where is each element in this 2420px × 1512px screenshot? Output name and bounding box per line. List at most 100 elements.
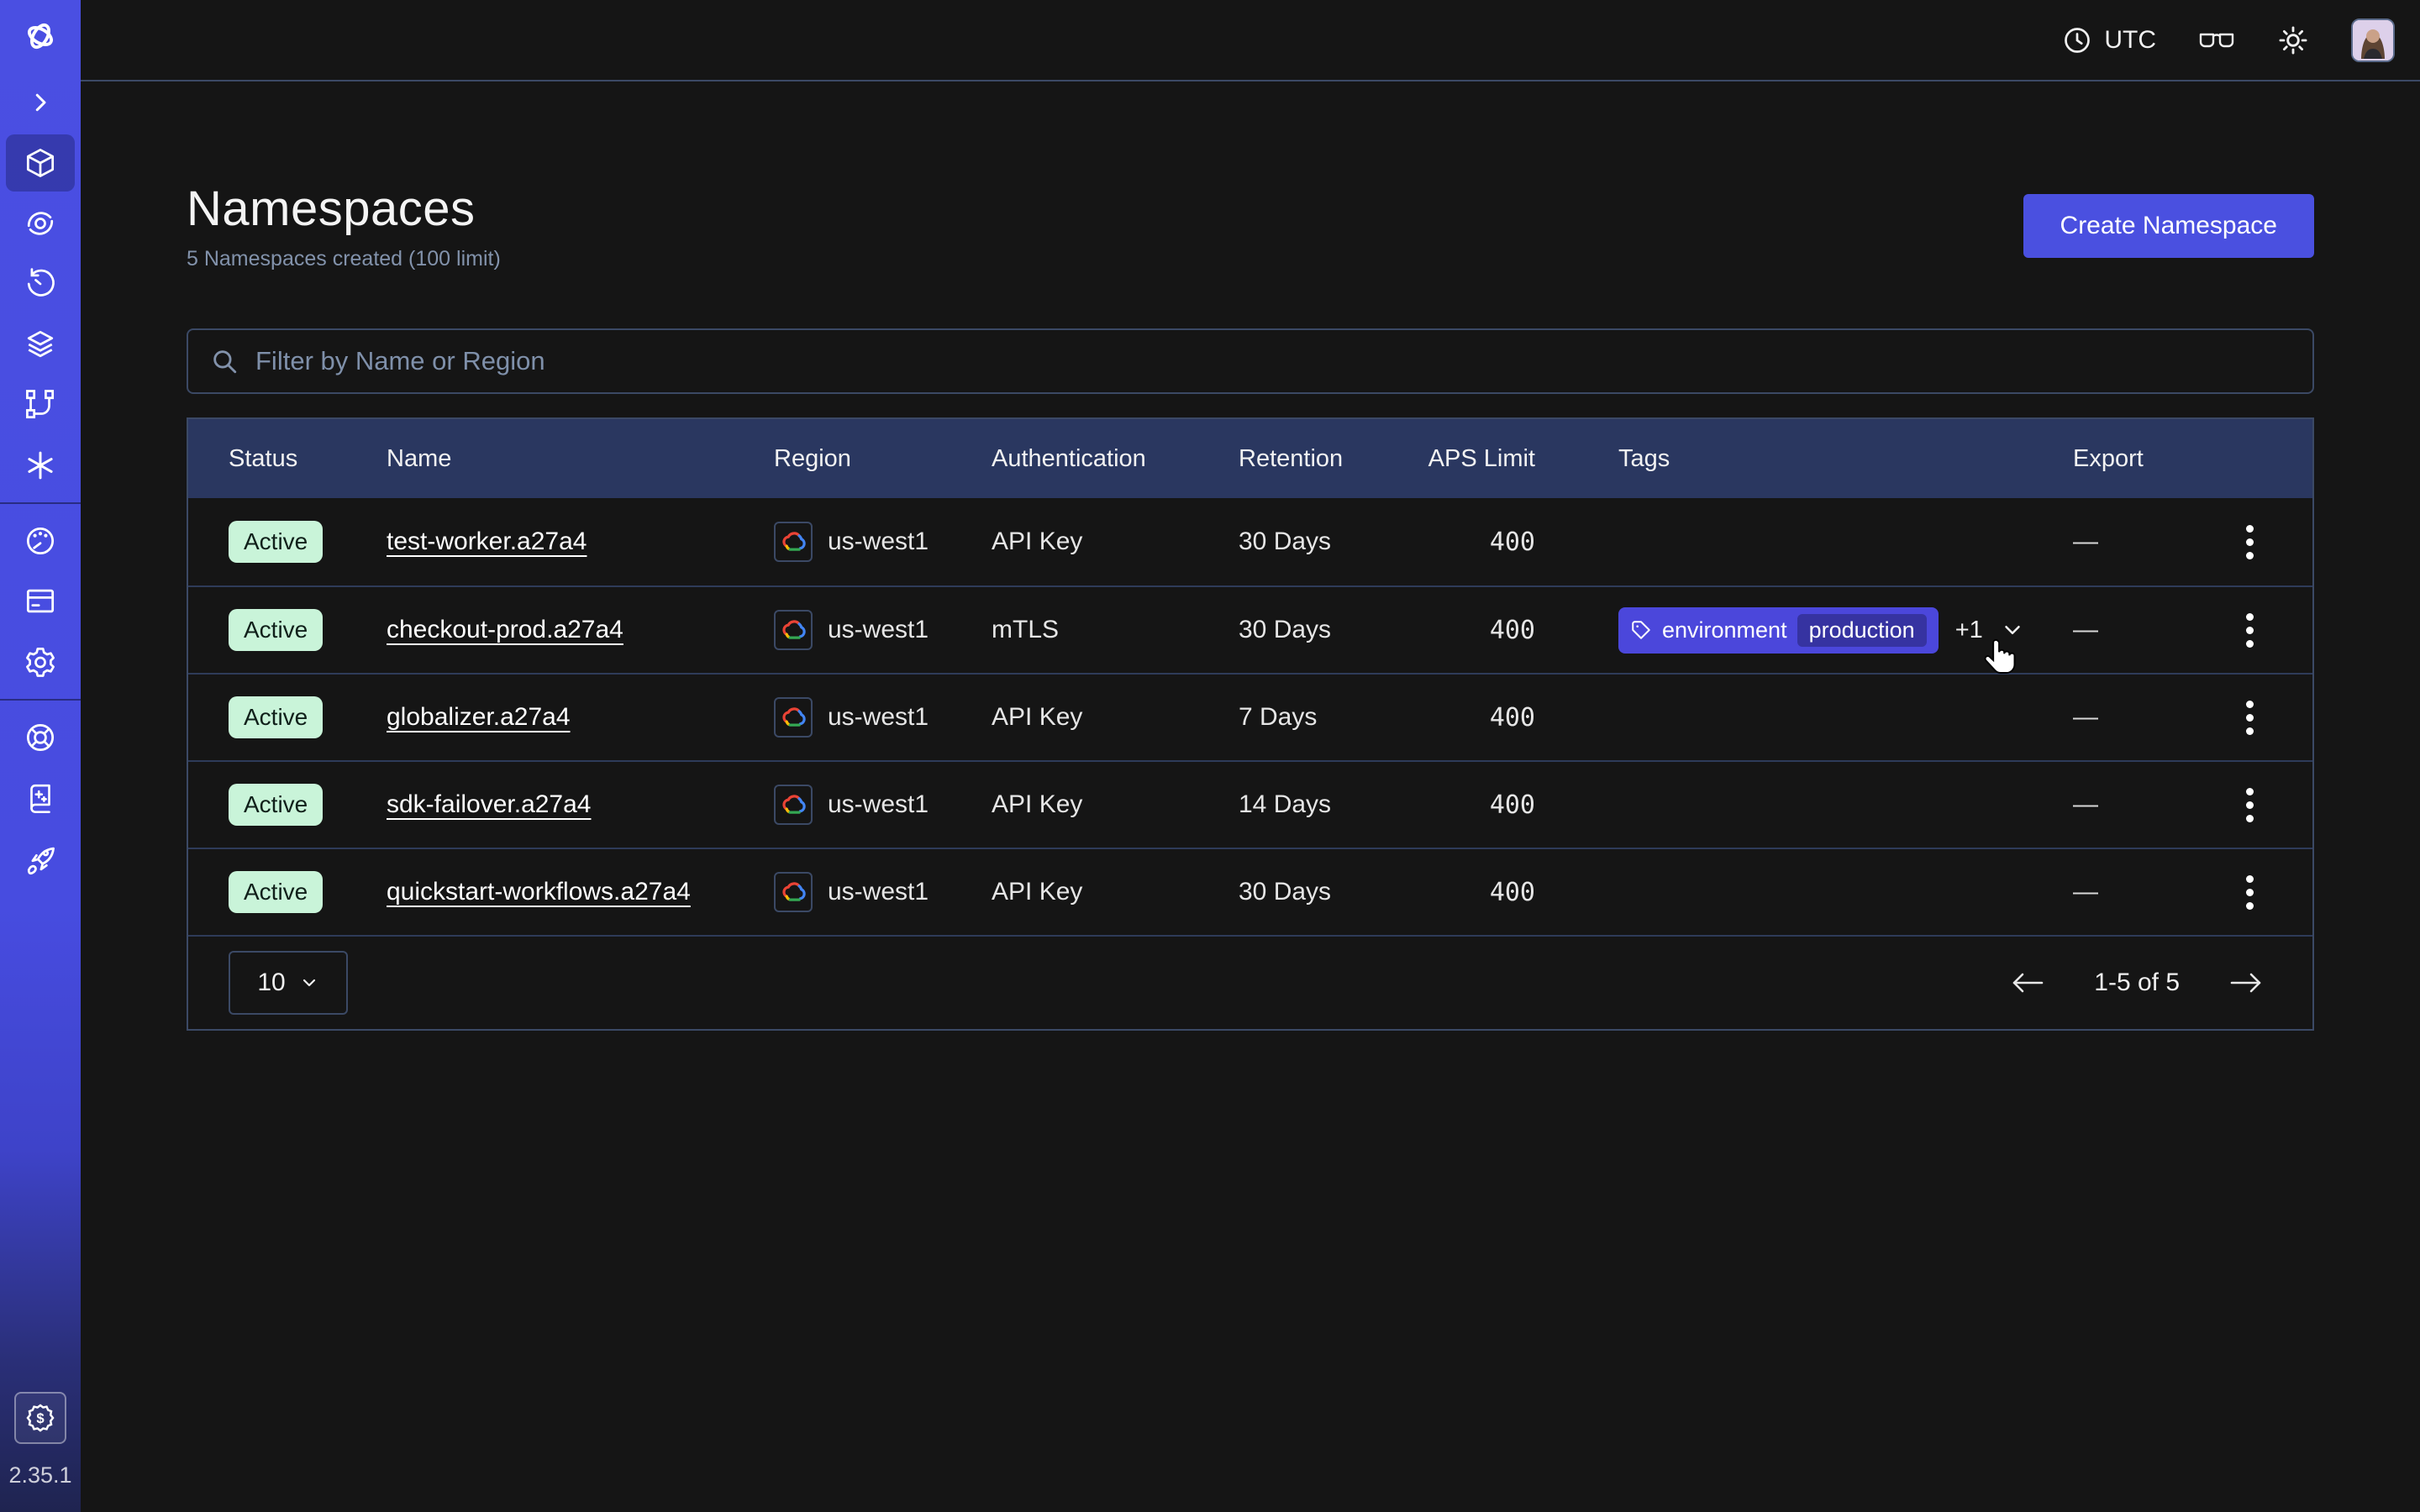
col-header-region: Region: [774, 445, 992, 473]
page-size-select[interactable]: 10: [229, 951, 348, 1015]
export-value: —: [2073, 790, 2191, 819]
svg-text:$: $: [36, 1410, 45, 1426]
layers-icon: [22, 326, 59, 363]
col-header-name: Name: [387, 445, 774, 473]
region-label: us-west1: [828, 528, 929, 556]
sidebar-item-integrations[interactable]: [0, 435, 81, 496]
sidebar-item-docs[interactable]: [0, 768, 81, 828]
version-label: 2.35.1: [8, 1462, 71, 1488]
namespace-link[interactable]: quickstart-workflows.a27a4: [387, 878, 691, 906]
status-badge: Active: [229, 521, 323, 563]
next-page-button[interactable]: [2228, 970, 2264, 995]
region-label: us-west1: [828, 703, 929, 732]
sidebar-expand-button[interactable]: [0, 72, 81, 133]
export-value: —: [2073, 528, 2191, 556]
namespace-link[interactable]: test-worker.a27a4: [387, 528, 587, 555]
theme-toggle-button[interactable]: [2277, 24, 2309, 56]
table-row: Active test-worker.a27a4 us-west1 API Ke…: [188, 498, 2312, 585]
sidebar-item-schedules[interactable]: [0, 254, 81, 314]
auth-method: mTLS: [992, 616, 1239, 644]
col-header-authentication: Authentication: [992, 445, 1239, 473]
col-header-retention: Retention: [1239, 445, 1425, 473]
tag-key: environment: [1662, 617, 1787, 643]
user-avatar[interactable]: [2351, 18, 2395, 62]
table-body: Active test-worker.a27a4 us-west1 API Ke…: [188, 498, 2312, 935]
rocket-icon: [22, 840, 59, 877]
aps-limit-value: 400: [1425, 528, 1618, 557]
namespace-link[interactable]: checkout-prod.a27a4: [387, 616, 623, 643]
book-sparkle-icon: [23, 780, 58, 816]
aps-limit-value: 400: [1425, 616, 1618, 645]
retention-value: 30 Days: [1239, 528, 1425, 556]
status-badge: Active: [229, 784, 323, 826]
sidebar-item-nexus[interactable]: [0, 375, 81, 435]
temporal-logo-icon[interactable]: [0, 0, 81, 72]
table-header: Status Name Region Authentication Retent…: [188, 419, 2312, 498]
filter-input[interactable]: [255, 346, 2291, 376]
region-label: us-west1: [828, 790, 929, 819]
table-row: Active quickstart-workflows.a27a4 us-wes…: [188, 848, 2312, 935]
row-menu-button[interactable]: [2238, 517, 2262, 568]
status-badge: Active: [229, 871, 323, 913]
sidebar-item-billing[interactable]: [0, 571, 81, 632]
labs-toggle-button[interactable]: [2198, 28, 2235, 53]
col-header-tags: Tags: [1618, 445, 2073, 473]
table-footer: 10 1-5 of 5: [188, 935, 2312, 1029]
retention-value: 7 Days: [1239, 703, 1425, 732]
timer-icon: [22, 265, 59, 302]
cube-icon: [22, 144, 59, 181]
branch-icon: [22, 386, 59, 423]
iris-icon: [22, 205, 59, 242]
aps-limit-value: 400: [1425, 703, 1618, 732]
sidebar-item-support[interactable]: [0, 707, 81, 768]
retention-value: 30 Days: [1239, 878, 1425, 906]
col-header-status: Status: [229, 445, 387, 473]
timezone-selector[interactable]: UTC: [2062, 25, 2156, 55]
chevron-down-icon[interactable]: [2000, 617, 2025, 643]
pagination-range: 1-5 of 5: [2094, 969, 2180, 997]
sidebar-item-deployments[interactable]: [0, 314, 81, 375]
avatar-photo: [2353, 20, 2393, 60]
prev-page-button[interactable]: [2010, 970, 2045, 995]
export-value: —: [2073, 878, 2191, 906]
auth-method: API Key: [992, 878, 1239, 906]
sidebar-divider: [0, 699, 81, 701]
sun-icon: [2277, 24, 2309, 56]
table-row: Active checkout-prod.a27a4 us-west1 mTLS…: [188, 585, 2312, 673]
page-subtitle: 5 Namespaces created (100 limit): [187, 247, 2314, 271]
row-menu-button[interactable]: [2238, 867, 2262, 918]
clock-icon: [2062, 25, 2092, 55]
retention-value: 14 Days: [1239, 790, 1425, 819]
timezone-label: UTC: [2104, 26, 2156, 55]
gear-icon: [22, 643, 59, 680]
col-header-aps-limit: APS Limit: [1425, 445, 1618, 473]
sidebar-item-getting-started[interactable]: [0, 828, 81, 889]
auth-method: API Key: [992, 528, 1239, 556]
sidebar-item-settings[interactable]: [0, 632, 81, 692]
dollar-seal-icon: $: [24, 1401, 57, 1435]
region-label: us-west1: [828, 616, 929, 644]
tag-icon: [1630, 619, 1652, 641]
sidebar-item-insights[interactable]: [0, 193, 81, 254]
row-menu-button[interactable]: [2238, 692, 2262, 743]
billing-card-icon: [22, 583, 59, 620]
namespace-link[interactable]: globalizer.a27a4: [387, 703, 571, 731]
auth-method: API Key: [992, 790, 1239, 819]
sidebar-item-namespaces[interactable]: [0, 133, 81, 193]
sidebar-item-usage[interactable]: [0, 511, 81, 571]
plan-badge-button[interactable]: $: [14, 1392, 66, 1444]
namespace-link[interactable]: sdk-failover.a27a4: [387, 790, 592, 818]
google-cloud-icon: [774, 610, 813, 650]
filter-bar: [187, 328, 2314, 394]
export-value: —: [2073, 616, 2191, 644]
asterisk-icon: [23, 448, 58, 483]
namespaces-table: Status Name Region Authentication Retent…: [187, 417, 2314, 1031]
create-namespace-button[interactable]: Create Namespace: [2023, 194, 2314, 258]
region-label: us-west1: [828, 878, 929, 906]
row-menu-button[interactable]: [2238, 780, 2262, 831]
google-cloud-icon: [774, 872, 813, 912]
page-size-value: 10: [257, 969, 285, 997]
row-menu-button[interactable]: [2238, 605, 2262, 656]
tag-group: environment production +1: [1618, 607, 2025, 654]
tag-pill[interactable]: environment production: [1618, 607, 1939, 654]
